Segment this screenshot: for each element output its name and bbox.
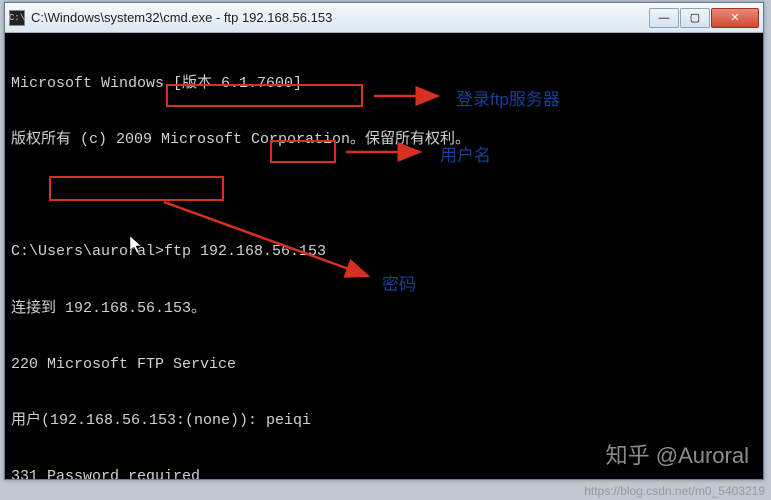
terminal-line: 220 Microsoft FTP Service <box>11 356 757 375</box>
terminal-line: 版权所有 (c) 2009 Microsoft Corporation。保留所有… <box>11 131 757 150</box>
terminal-area[interactable]: Microsoft Windows [版本 6.1.7600] 版权所有 (c)… <box>5 33 763 479</box>
titlebar[interactable]: C:\ C:\Windows\system32\cmd.exe - ftp 19… <box>5 3 763 33</box>
close-button[interactable]: ✕ <box>711 8 759 28</box>
annotation-login: 登录ftp服务器 <box>456 85 560 110</box>
window-title: C:\Windows\system32\cmd.exe - ftp 192.16… <box>31 10 649 25</box>
watermark-csdn: https://blog.csdn.net/m0_5403219 <box>584 484 765 498</box>
terminal-line: 用户(192.168.56.153:(none)): peiqi <box>11 412 757 431</box>
annotation-password: 密码 <box>382 270 416 295</box>
cmd-icon: C:\ <box>9 10 25 26</box>
terminal-prompt-line: C:\Users\auroral>ftp 192.168.56.153 <box>11 243 757 262</box>
annotation-username: 用户名 <box>440 141 491 166</box>
terminal-line: 连接到 192.168.56.153。 <box>11 300 757 319</box>
terminal-line <box>11 187 757 206</box>
terminal-line: Microsoft Windows [版本 6.1.7600] <box>11 75 757 94</box>
cmd-window: C:\ C:\Windows\system32\cmd.exe - ftp 19… <box>4 2 764 480</box>
maximize-button[interactable]: ▢ <box>680 8 710 28</box>
watermark-zhihu: 知乎 @Auroral <box>606 438 749 470</box>
minimize-button[interactable]: — <box>649 8 679 28</box>
window-controls: — ▢ ✕ <box>649 8 759 28</box>
